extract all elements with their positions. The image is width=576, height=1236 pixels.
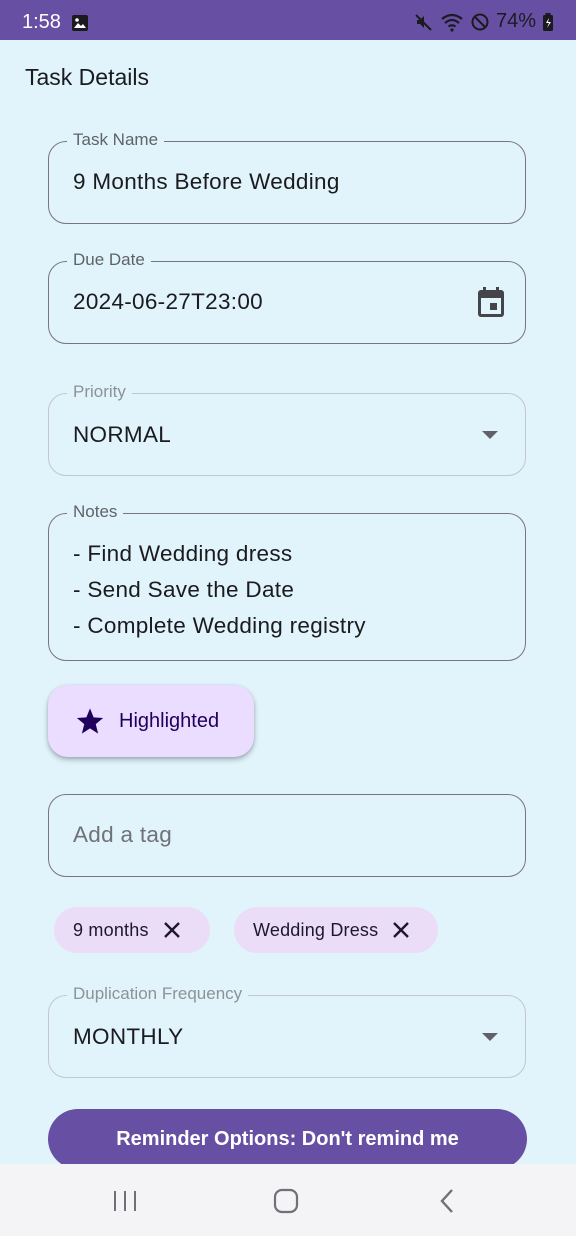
- notes-line: - Send Save the Date: [73, 577, 295, 602]
- task-name-field[interactable]: Task Name 9 Months Before Wedding: [48, 130, 526, 224]
- home-icon[interactable]: [273, 1188, 299, 1214]
- tag-chip-label: Wedding Dress: [253, 919, 379, 940]
- tag-chip[interactable]: 9 months: [54, 907, 210, 953]
- mute-icon: [414, 12, 434, 32]
- reminder-options-label: Reminder Options: Don't remind me: [116, 1127, 459, 1150]
- notes-field[interactable]: Notes - Find Wedding dress - Send Save t…: [48, 502, 526, 661]
- calendar-icon[interactable]: [476, 286, 506, 318]
- priority-value: NORMAL: [73, 422, 172, 447]
- dropdown-arrow-icon: [482, 431, 498, 439]
- wifi-icon: [440, 12, 464, 32]
- notes-line: - Complete Wedding registry: [73, 613, 366, 638]
- star-icon: [75, 707, 105, 736]
- task-name-label: Task Name: [67, 130, 165, 150]
- due-date-value: 2024-06-27T23:00: [73, 289, 263, 314]
- tag-chip[interactable]: Wedding Dress: [234, 907, 438, 953]
- priority-label: Priority: [67, 382, 132, 402]
- back-icon[interactable]: [438, 1188, 456, 1214]
- close-icon[interactable]: [163, 921, 181, 939]
- tag-chip-label: 9 months: [73, 919, 149, 940]
- system-navigation-bar: [0, 1164, 576, 1236]
- notes-label: Notes: [67, 502, 124, 522]
- recent-apps-icon[interactable]: [112, 1189, 138, 1213]
- duplication-frequency-value: MONTHLY: [73, 1024, 184, 1049]
- do-not-disturb-icon: [470, 12, 490, 32]
- add-tag-placeholder: Add a tag: [73, 822, 173, 847]
- status-time: 1:58: [22, 11, 61, 33]
- highlighted-label: Highlighted: [119, 709, 220, 732]
- reminder-options-button[interactable]: Reminder Options: Don't remind me: [48, 1109, 527, 1169]
- gallery-notification-icon: [71, 14, 89, 37]
- priority-dropdown[interactable]: Priority NORMAL: [48, 382, 526, 476]
- due-date-field[interactable]: Due Date 2024-06-27T23:00: [48, 250, 526, 344]
- due-date-label: Due Date: [67, 250, 151, 270]
- add-tag-input[interactable]: Add a tag: [48, 794, 526, 877]
- duplication-frequency-label: Duplication Frequency: [67, 984, 249, 1004]
- status-bar: 1:58 74%: [0, 0, 576, 40]
- highlighted-toggle-button[interactable]: Highlighted: [48, 685, 254, 757]
- battery-percentage: 74%: [495, 10, 536, 32]
- notes-text: - Find Wedding dress - Send Save the Dat…: [73, 536, 366, 644]
- notes-line: - Find Wedding dress: [73, 541, 293, 566]
- page-title: Task Details: [25, 64, 149, 90]
- close-icon[interactable]: [392, 921, 410, 939]
- battery-icon: [542, 12, 554, 31]
- task-name-value: 9 Months Before Wedding: [73, 169, 340, 194]
- dropdown-arrow-icon: [482, 1033, 498, 1041]
- duplication-frequency-dropdown[interactable]: Duplication Frequency MONTHLY: [48, 984, 526, 1078]
